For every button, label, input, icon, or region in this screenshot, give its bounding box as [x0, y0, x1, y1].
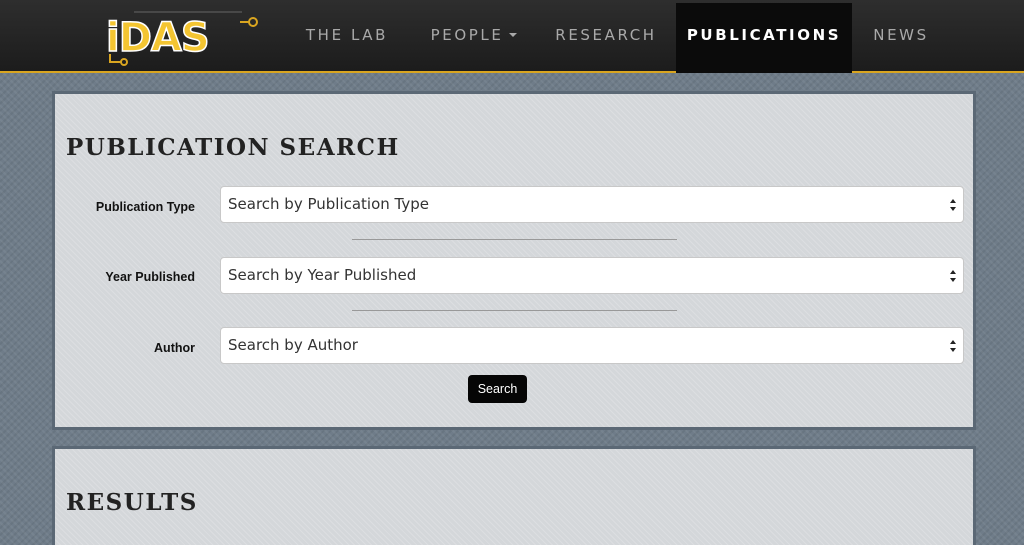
author-label: Author	[154, 341, 195, 355]
publication-search-panel: PUBLICATION SEARCH Publication Type Sear…	[52, 91, 976, 430]
select-arrows-icon	[950, 340, 956, 352]
caret-down-icon	[509, 33, 518, 37]
publication-type-select[interactable]: Search by Publication Type	[220, 186, 964, 223]
nav-publications[interactable]: PUBLICATIONS	[676, 3, 852, 73]
year-published-select[interactable]: Search by Year Published	[220, 257, 964, 294]
nav-the-lab[interactable]: THE LAB	[290, 3, 404, 73]
nav-the-lab-label: THE LAB	[305, 26, 389, 44]
idas-logo[interactable]: iDAS	[104, 6, 260, 66]
nav-people[interactable]: PEOPLE	[412, 3, 536, 73]
publication-type-value: Search by Publication Type	[228, 195, 430, 213]
year-published-label: Year Published	[105, 270, 195, 284]
nav-news-label: NEWS	[873, 26, 929, 44]
select-arrows-icon	[950, 199, 956, 211]
logo-text: iDAS	[106, 15, 209, 61]
results-panel: RESULTS	[52, 446, 976, 545]
author-select[interactable]: Search by Author	[220, 327, 964, 364]
results-title: RESULTS	[66, 489, 198, 516]
author-value: Search by Author	[228, 336, 358, 354]
search-button[interactable]: Search	[468, 375, 527, 403]
top-navbar: iDAS THE LAB PEOPLE RESEARCH PUBLICATION…	[0, 0, 1024, 73]
search-title: PUBLICATION SEARCH	[66, 134, 400, 161]
publication-type-label: Publication Type	[95, 200, 195, 214]
nav-research[interactable]: RESEARCH	[540, 3, 672, 73]
divider	[352, 310, 677, 311]
divider	[352, 239, 677, 240]
nav-publications-label: PUBLICATIONS	[686, 26, 842, 44]
select-arrows-icon	[950, 270, 956, 282]
year-published-value: Search by Year Published	[228, 266, 417, 284]
nav-news[interactable]: NEWS	[858, 3, 944, 73]
nav-research-label: RESEARCH	[555, 26, 657, 44]
nav-people-label: PEOPLE	[430, 26, 504, 44]
